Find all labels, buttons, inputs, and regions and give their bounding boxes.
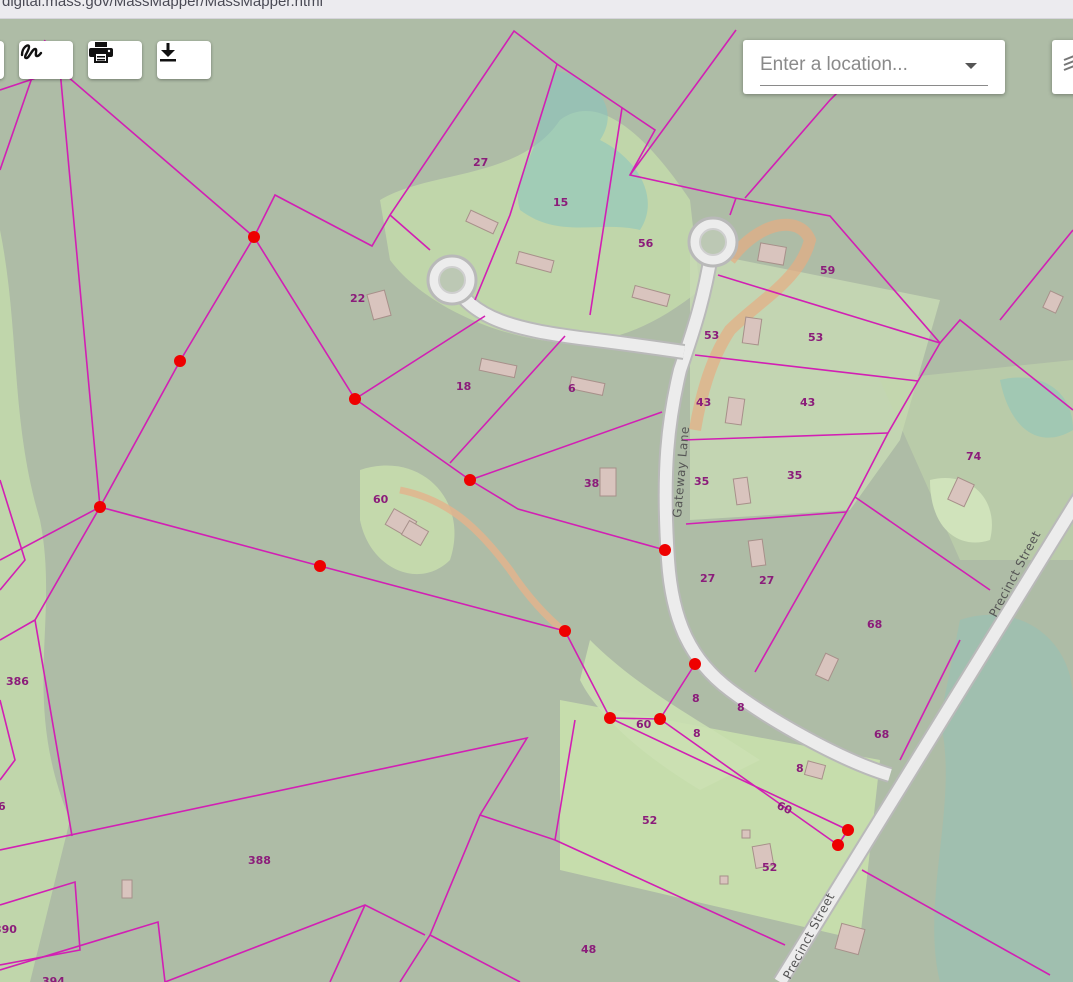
building <box>741 829 751 839</box>
parcel-label: 18 <box>456 380 471 393</box>
search-underline <box>760 85 988 86</box>
parcel-label: 53 <box>704 329 719 342</box>
location-search[interactable] <box>743 40 1005 94</box>
parcel-label: 388 <box>248 854 271 867</box>
parcel-label: 60 <box>373 493 389 506</box>
print-button[interactable] <box>88 41 142 79</box>
parcel-label: 8 <box>796 762 804 775</box>
parcel-label: 22 <box>350 292 365 305</box>
building <box>741 316 763 346</box>
cul-de-sac-west-island <box>438 266 466 294</box>
vertex-marker[interactable] <box>842 824 854 836</box>
vertex-marker[interactable] <box>559 625 571 637</box>
building <box>757 242 787 266</box>
parcel-label: 6 <box>568 382 576 395</box>
parcel-label: 27 <box>759 574 774 587</box>
building <box>719 875 729 885</box>
parcel-label: 52 <box>762 861 777 874</box>
vertex-marker[interactable] <box>654 713 666 725</box>
cul-de-sac-north-island <box>699 228 727 256</box>
parcel-label: 74 <box>966 450 982 463</box>
parcel-label: 43 <box>800 396 815 409</box>
building <box>599 467 617 497</box>
parcel-label: 27 <box>473 156 488 169</box>
parcel-label: 390 <box>0 923 17 936</box>
building <box>121 879 133 899</box>
parcel-label: 6 <box>0 800 6 813</box>
parcel-label: 27 <box>700 572 715 585</box>
parcel-label: 38 <box>584 477 599 490</box>
vertex-marker[interactable] <box>659 544 671 556</box>
parcel-label: 52 <box>642 814 657 827</box>
layers-button[interactable] <box>1052 40 1073 94</box>
location-search-input[interactable] <box>760 50 960 80</box>
map-svg: Gateway Lane Precinct Street Precinct St… <box>0 19 1073 982</box>
parcel-label: 68 <box>874 728 889 741</box>
vertex-marker[interactable] <box>174 355 186 367</box>
dropdown-caret-icon[interactable] <box>965 63 977 69</box>
parcel-label: 35 <box>787 469 802 482</box>
parcel-label: 53 <box>808 331 823 344</box>
parcel-label: 15 <box>553 196 568 209</box>
parcel-label: 68 <box>867 618 882 631</box>
map-canvas[interactable]: Gateway Lane Precinct Street Precinct St… <box>0 19 1073 982</box>
parcel-label: 386 <box>6 675 29 688</box>
partial-tool-button[interactable] <box>0 41 4 79</box>
parcel-label: 43 <box>696 396 711 409</box>
browser-url-bar[interactable]: digital.mass.gov/MassMapper/MassMapper.h… <box>0 0 1073 19</box>
vertex-marker[interactable] <box>689 658 701 670</box>
vertex-marker[interactable] <box>94 501 106 513</box>
url-text: digital.mass.gov/MassMapper/MassMapper.h… <box>2 0 323 10</box>
parcel-label: 8 <box>737 701 745 714</box>
building <box>724 396 746 426</box>
parcel-label: 56 <box>638 237 654 250</box>
vertex-marker[interactable] <box>604 712 616 724</box>
draw-button[interactable] <box>19 41 73 79</box>
vertex-marker[interactable] <box>248 231 260 243</box>
download-icon <box>160 43 176 62</box>
download-button[interactable] <box>157 41 211 79</box>
building <box>732 476 752 506</box>
parcel-label: 8 <box>692 692 700 705</box>
layers-icon <box>1063 55 1073 71</box>
vertex-marker[interactable] <box>349 393 361 405</box>
parcel-label: 48 <box>581 943 596 956</box>
wetland-east <box>934 614 1073 982</box>
parcel-label: 60 <box>636 718 652 731</box>
parcel-label: 59 <box>820 264 835 277</box>
parcel-label: 394 <box>42 975 65 982</box>
building <box>747 538 767 568</box>
printer-icon <box>89 42 113 63</box>
parcel-label: 35 <box>694 475 709 488</box>
parcel-label: 8 <box>693 727 701 740</box>
vertex-marker[interactable] <box>314 560 326 572</box>
freehand-draw-icon <box>20 44 43 60</box>
vertex-marker[interactable] <box>832 839 844 851</box>
vertex-marker[interactable] <box>464 474 476 486</box>
